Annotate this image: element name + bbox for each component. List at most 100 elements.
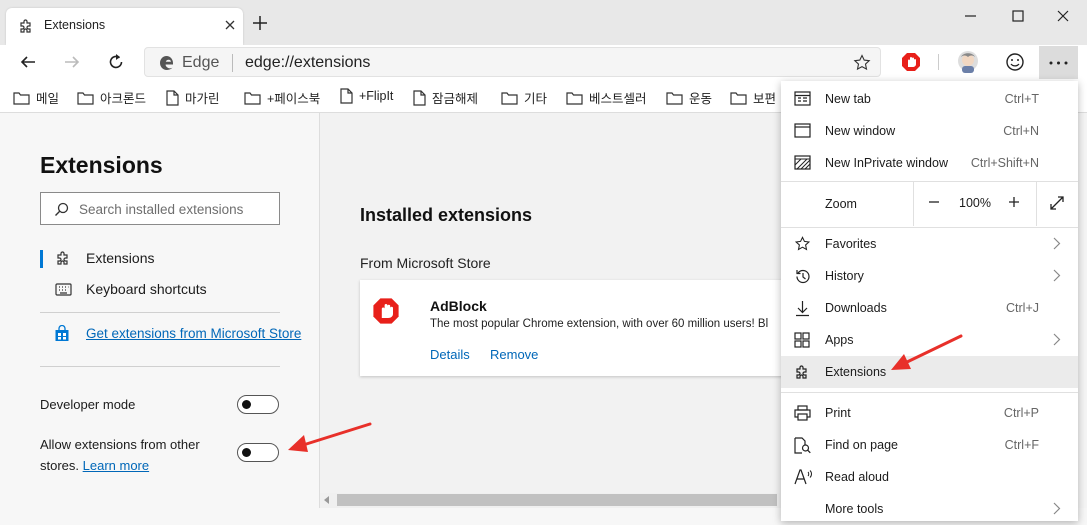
folder-icon [566,91,583,105]
toolbar-divider [938,54,939,70]
menu-item-new-window[interactable]: New window Ctrl+N [781,115,1078,147]
search-input[interactable]: Search installed extensions [40,192,280,225]
close-window-icon[interactable] [1055,8,1071,24]
menu-item-more-tools[interactable]: More tools [781,493,1078,525]
feedback-smiley-icon[interactable] [1005,52,1025,72]
sidebar-item-keyboard-shortcuts[interactable]: Keyboard shortcuts [55,281,207,297]
details-link[interactable]: Details [430,347,470,362]
minimize-icon[interactable] [963,8,979,24]
menu-item-favorites[interactable]: Favorites [781,228,1078,260]
maximize-icon[interactable] [1010,8,1026,24]
apps-grid-icon [794,332,810,348]
refresh-icon[interactable] [106,52,126,72]
folder-icon [13,91,30,105]
more-options-icon [1049,61,1068,65]
sidebar-item-extensions[interactable]: Extensions [55,250,154,266]
scroll-left-icon[interactable] [323,496,331,504]
bookmark-item[interactable]: 기타 [501,88,547,107]
sidebar-divider [40,366,280,367]
folder-icon [730,91,747,105]
edge-logo-icon [159,54,175,72]
allow-other-stores-label: Allow extensions from other stores. Lear… [40,437,200,473]
menu-item-read-aloud[interactable]: Read aloud [781,461,1078,493]
bookmark-item[interactable]: 아크론드 [77,88,146,107]
installed-extensions-heading: Installed extensions [360,205,533,225]
bookmark-item[interactable]: 운동 [666,88,712,107]
settings-menu-button[interactable] [1039,46,1078,79]
zoom-out-icon[interactable] [926,194,942,210]
puzzle-icon [794,364,810,380]
puzzle-icon [18,18,34,34]
menu-item-downloads[interactable]: Downloads Ctrl+J [781,292,1078,324]
forward-icon[interactable] [63,53,81,71]
search-icon [54,202,69,217]
address-divider [232,54,233,72]
tab-title: Extensions [44,18,106,32]
menu-item-history[interactable]: History [781,260,1078,292]
zoom-level: 100% [959,196,991,210]
browser-tab[interactable]: Extensions [6,8,243,45]
bookmark-item[interactable]: +FlipIt [340,88,393,104]
zoom-in-icon[interactable] [1006,194,1022,210]
chevron-right-icon [1053,269,1061,282]
developer-mode-toggle[interactable] [237,395,279,414]
menu-item-find[interactable]: Find on page Ctrl+F [781,429,1078,461]
bookmark-item[interactable]: 보편 [730,88,776,107]
bookmark-item[interactable]: 마가린 [166,88,220,107]
folder-icon [77,91,94,105]
keyboard-icon [55,282,72,296]
address-bar[interactable]: Edge edge://extensions [144,47,881,77]
adblock-icon [372,297,400,325]
bookmark-item[interactable]: 베스트셀러 [566,88,647,107]
store-bag-icon [54,325,70,342]
printer-icon [794,405,811,421]
menu-item-inprivate[interactable]: New InPrivate window Ctrl+Shift+N [781,147,1078,179]
chevron-right-icon [1053,333,1061,346]
fullscreen-icon[interactable] [1048,194,1066,212]
toggle-knob [242,400,251,409]
profile-avatar-icon[interactable] [956,49,980,75]
new-tab-menu-icon [794,91,811,106]
scrollbar-thumb[interactable] [337,494,777,506]
url-text[interactable]: edge://extensions [245,54,370,72]
zoom-divider [913,182,914,226]
section-label: From Microsoft Store [360,255,491,271]
folder-icon [666,91,683,105]
settings-menu: New tab Ctrl+T New window Ctrl+N New InP… [781,81,1078,521]
learn-more-link[interactable]: Learn more [83,458,149,473]
download-icon [794,300,811,317]
read-aloud-icon [794,469,812,485]
favorites-star-icon [794,236,811,252]
history-icon [794,268,811,285]
page-title: Extensions [40,152,163,178]
extension-card: AdBlock The most popular Chrome extensio… [360,280,790,376]
new-tab-icon[interactable] [251,14,269,32]
allow-other-stores-toggle[interactable] [237,443,279,462]
puzzle-icon [55,250,71,266]
get-extensions-link[interactable]: Get extensions from Microsoft Store [86,326,301,341]
address-label: Edge [182,54,220,71]
adblock-toolbar-icon[interactable] [901,52,921,72]
selected-indicator [40,250,43,268]
remove-link[interactable]: Remove [490,347,538,362]
star-icon[interactable] [853,54,871,72]
search-placeholder: Search installed extensions [79,202,244,217]
window-icon [794,123,811,138]
folder-icon [244,91,261,105]
bookmark-item[interactable]: 메일 [13,88,59,107]
bookmark-item[interactable]: +페이스북 [244,88,320,107]
extension-name: AdBlock [430,298,487,314]
vertical-scrollbar[interactable] [1078,113,1087,508]
page-icon [166,89,179,106]
menu-item-new-tab[interactable]: New tab Ctrl+T [781,83,1078,115]
find-page-icon [794,437,811,454]
menu-item-apps[interactable]: Apps [781,324,1078,356]
page-icon [340,88,353,104]
developer-mode-label: Developer mode [40,397,136,412]
menu-item-print[interactable]: Print Ctrl+P [781,397,1078,429]
zoom-divider [1036,182,1037,226]
back-icon[interactable] [19,53,37,71]
menu-item-extensions[interactable]: Extensions [781,356,1078,388]
bookmark-item[interactable]: 잠금해제 [413,88,478,107]
close-tab-icon[interactable] [223,18,237,32]
